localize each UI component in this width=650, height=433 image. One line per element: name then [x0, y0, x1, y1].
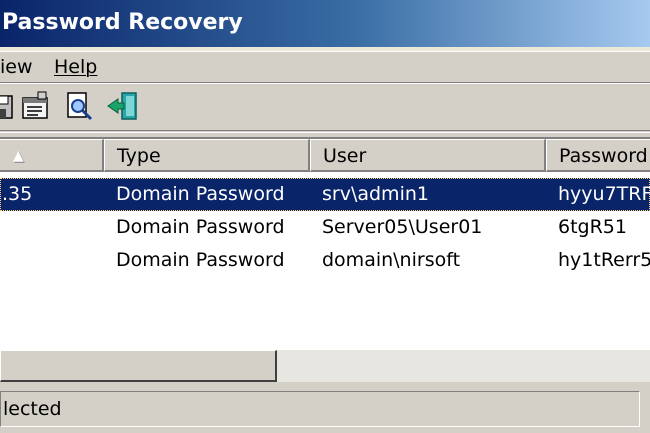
cell-user: Server05\User01 [322, 216, 483, 238]
table-row[interactable]: Domain Password Server05\User01 6tgR51 [0, 211, 650, 244]
status-panel: lected [0, 391, 640, 427]
column-header-user-label: User [323, 145, 367, 167]
menu-bar: iew Help [0, 52, 650, 82]
column-header-password-label: Password [559, 145, 648, 167]
horizontal-scrollbar[interactable] [0, 350, 650, 382]
table-row[interactable]: Domain Password domain\nirsoft hy1tRerr5 [0, 244, 650, 277]
column-header-item[interactable]: ▲ [0, 139, 104, 172]
find-icon [67, 92, 93, 121]
status-bar: lected [0, 387, 650, 433]
save-button[interactable] [0, 90, 18, 122]
sort-ascending-icon: ▲ [13, 148, 24, 164]
cell-password: hyyu7TRF [558, 183, 650, 205]
scrollbar-thumb[interactable] [0, 350, 277, 382]
exit-icon [107, 92, 137, 120]
menu-view[interactable]: iew [0, 52, 33, 82]
cell-type: Domain Password [116, 216, 285, 238]
column-header-password[interactable]: Password [546, 139, 650, 172]
column-header-type-label: Type [117, 145, 161, 167]
properties-icon [22, 91, 48, 119]
password-list[interactable]: ▲ Type User Password .35 Domain Password… [0, 137, 650, 382]
save-icon [0, 95, 13, 119]
toolbar-separator [0, 130, 650, 133]
cell-type: Domain Password [116, 183, 285, 205]
cell-user: srv\admin1 [322, 183, 429, 205]
cell-item: .35 [2, 183, 33, 205]
menu-view-label: iew [0, 56, 33, 78]
find-button[interactable] [64, 90, 96, 122]
cell-user: domain\nirsoft [322, 249, 461, 271]
column-header-user[interactable]: User [310, 139, 546, 172]
menu-separator [0, 82, 650, 84]
title-bar[interactable]: Password Recovery [0, 0, 650, 47]
table-row[interactable]: .35 Domain Password srv\admin1 hyyu7TRF [0, 178, 650, 211]
menu-help-label: Help [54, 56, 98, 78]
exit-button[interactable] [106, 90, 138, 122]
cell-password: 6tgR51 [558, 216, 627, 238]
cell-password: hy1tRerr5 [558, 249, 650, 271]
status-text: lected [3, 398, 62, 420]
toolbar [0, 86, 650, 128]
window-title: Password Recovery [2, 10, 243, 35]
properties-button[interactable] [20, 90, 52, 122]
column-header-type[interactable]: Type [104, 139, 310, 172]
menu-help[interactable]: Help [54, 52, 97, 82]
cell-type: Domain Password [116, 249, 285, 271]
